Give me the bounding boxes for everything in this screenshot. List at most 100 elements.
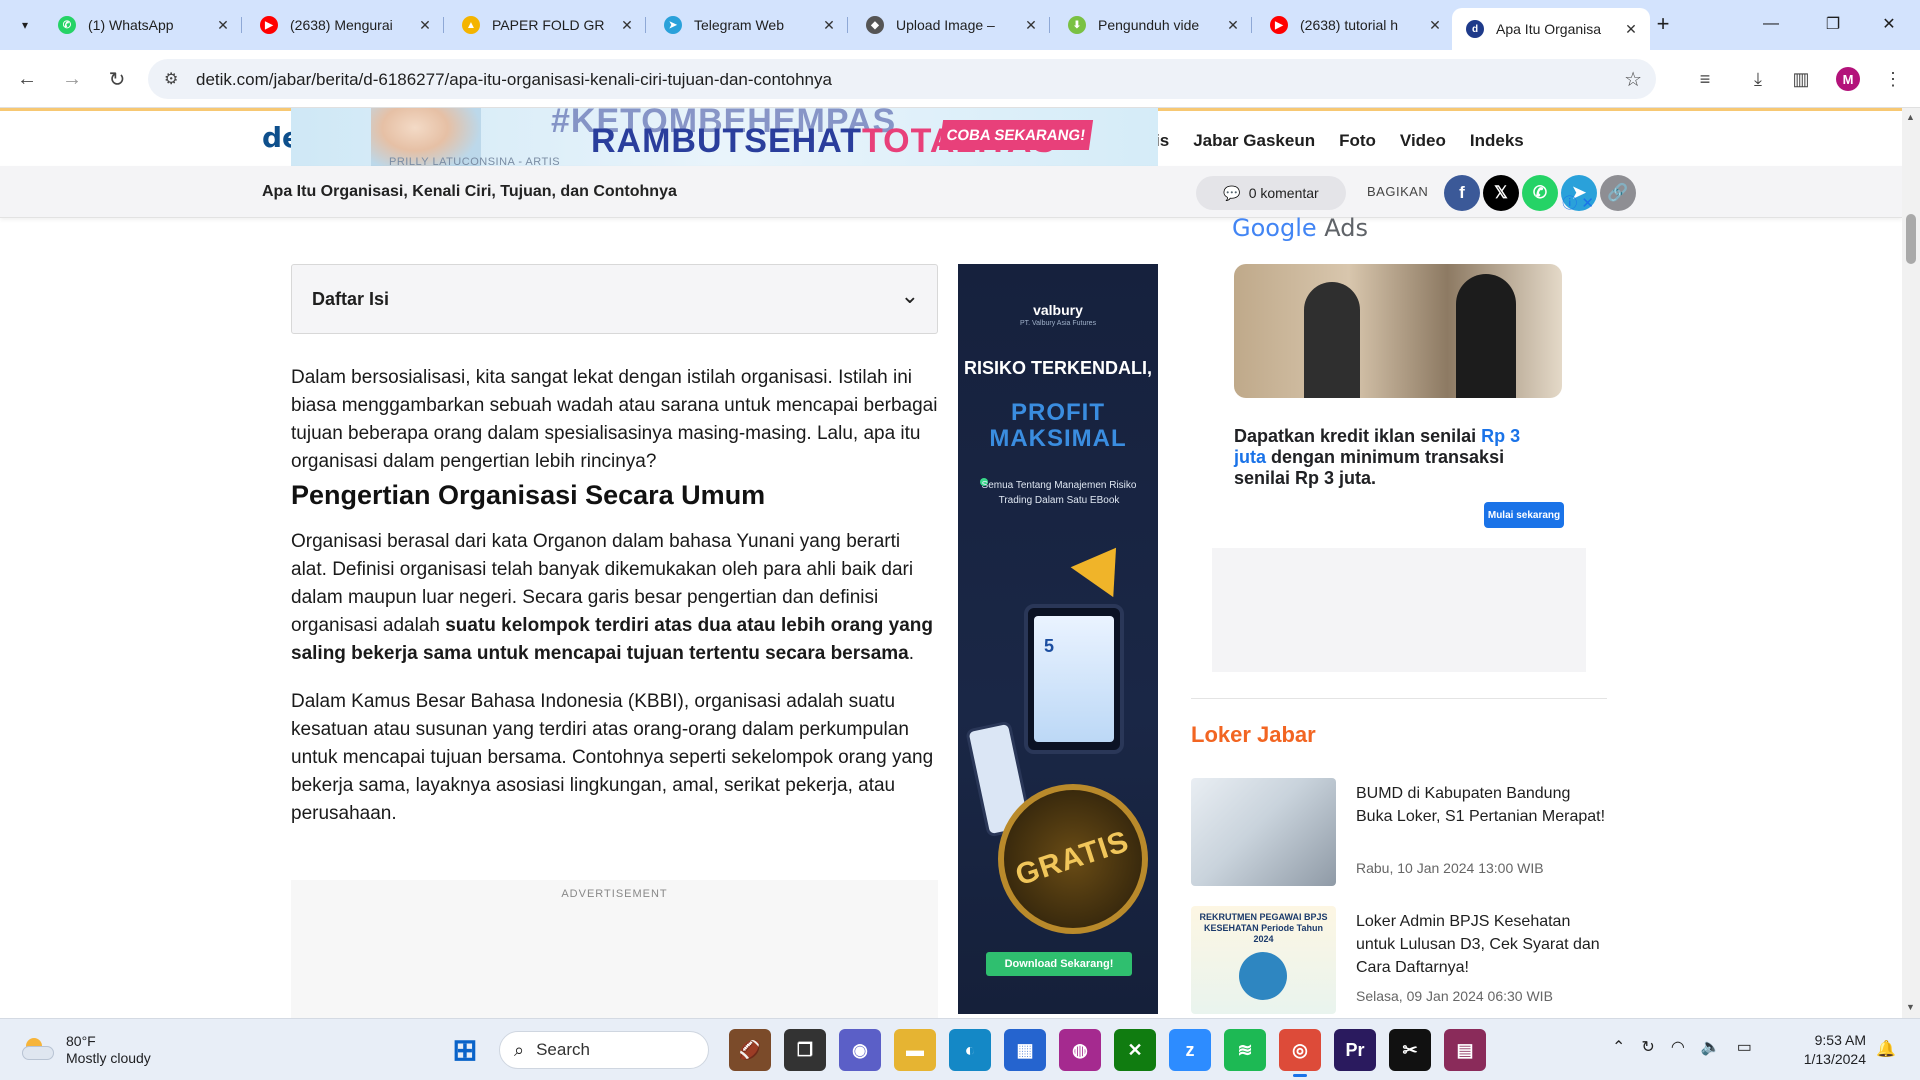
close-tab-icon[interactable]: ✕ xyxy=(618,17,636,34)
close-tab-icon[interactable]: ✕ xyxy=(1224,17,1242,34)
taskbar-search[interactable]: ⌕ Search xyxy=(499,1031,709,1069)
battery-icon[interactable]: ▭ xyxy=(1737,1037,1752,1057)
google-ad[interactable]: ⓘ ✕ Google Ads Dapatkan kredit iklan sen… xyxy=(1212,192,1594,562)
edge-icon[interactable]: ◐ xyxy=(949,1029,991,1071)
profile-avatar[interactable]: M xyxy=(1836,67,1860,91)
google-ads-logo: Google Ads xyxy=(1232,214,1368,242)
browser-tab[interactable]: ✆ (1) WhatsApp ✕ xyxy=(44,8,242,42)
ad-text: Dapatkan kredit iklan senilai Rp 3 juta … xyxy=(1234,426,1554,489)
wifi-icon[interactable]: ◠ xyxy=(1671,1037,1685,1057)
minimize-button[interactable]: — xyxy=(1748,8,1794,40)
site-nav-item[interactable]: Video xyxy=(1400,131,1446,151)
browser-tab[interactable]: ▲ PAPER FOLD GR ✕ xyxy=(448,8,646,42)
search-icon: ⌕ xyxy=(514,1039,525,1060)
address-bar[interactable]: ⚙ detik.com/jabar/berita/d-6186277/apa-i… xyxy=(148,59,1656,99)
chrome-icon[interactable]: ◎ xyxy=(1279,1029,1321,1077)
copy-link-share-icon[interactable]: 🔗 xyxy=(1600,175,1636,211)
zoom-icon[interactable]: z xyxy=(1169,1029,1211,1071)
widgets-icon[interactable]: 🏈 xyxy=(729,1029,771,1071)
close-window-button[interactable]: ✕ xyxy=(1866,8,1912,40)
file-explorer-icon[interactable]: ▬ xyxy=(894,1029,936,1071)
sync-icon[interactable]: ↻ xyxy=(1641,1037,1654,1057)
close-tab-icon[interactable]: ✕ xyxy=(820,17,838,34)
news-thumbnail[interactable] xyxy=(1191,778,1336,886)
tab-search-button[interactable]: ▾ xyxy=(12,12,38,38)
forward-icon[interactable]: → xyxy=(57,64,87,94)
close-tab-icon[interactable]: ✕ xyxy=(1426,17,1444,34)
reload-icon[interactable]: ↻ xyxy=(102,64,132,94)
teams-icon[interactable]: ◉ xyxy=(839,1029,881,1071)
menu-kebab-icon[interactable]: ⋮ xyxy=(1880,66,1906,92)
notification-bell-icon[interactable]: 🔔 xyxy=(1876,1039,1896,1059)
chevron-down-icon[interactable]: ⌄ xyxy=(901,283,919,309)
table-of-contents[interactable]: Daftar Isi ⌄ xyxy=(291,264,938,334)
whatsapp-icon: ✆ xyxy=(58,16,76,34)
ad-start-button[interactable]: Mulai sekarang xyxy=(1484,502,1564,528)
list-item[interactable]: REKRUTMEN PEGAWAI BPJS KESEHATAN Periode… xyxy=(1191,906,1611,1016)
browser-tab[interactable]: ▶ (2638) tutorial h ✕ xyxy=(1256,8,1454,42)
page-scrollbar[interactable]: ▲ ▼ xyxy=(1902,108,1920,1018)
chevron-up-icon[interactable]: ⌃ xyxy=(1612,1037,1625,1057)
news-title[interactable]: Loker Admin BPJS Kesehatan untuk Lulusan… xyxy=(1356,910,1606,979)
media-control-icon[interactable]: ≡ xyxy=(1692,66,1718,92)
ad-headline-2: PROFIT MAKSIMAL xyxy=(989,399,1127,452)
browser-tab[interactable]: d Apa Itu Organisa ✕ xyxy=(1452,8,1650,50)
banner-cta-button[interactable]: COBA SEKARANG! xyxy=(938,120,1094,150)
premiere-icon[interactable]: Pr xyxy=(1334,1029,1376,1071)
new-tab-button[interactable]: + xyxy=(1650,12,1676,38)
scrollbar-thumb[interactable] xyxy=(1906,214,1916,264)
browser-tab[interactable]: ▶ (2638) Mengurai ✕ xyxy=(246,8,444,42)
gratis-badge: GRATIS xyxy=(998,784,1148,934)
browser-tab[interactable]: ➤ Telegram Web ✕ xyxy=(650,8,848,42)
google-wordmark: Google xyxy=(1232,214,1317,242)
site-nav-item[interactable]: Foto xyxy=(1339,131,1376,151)
search-placeholder: Search xyxy=(536,1040,590,1059)
site-info-icon[interactable]: ⚙ xyxy=(164,69,178,89)
article-paragraph: Organisasi berasal dari kata Organon dal… xyxy=(291,528,938,668)
volume-icon[interactable]: 🔈 xyxy=(1701,1037,1721,1057)
site-nav-item[interactable]: Jabar Gaskeun xyxy=(1193,131,1315,151)
close-tab-icon[interactable]: ✕ xyxy=(214,17,232,34)
start-icon[interactable]: ⊞ xyxy=(444,1029,486,1071)
side-panel-icon[interactable]: ▥ xyxy=(1788,66,1814,92)
gratis-badge-text: GRATIS xyxy=(1012,824,1134,893)
task-view-icon[interactable]: ❐ xyxy=(784,1029,826,1071)
downloads-icon[interactable]: ⤓ xyxy=(1745,66,1771,92)
article-body: Dalam bersosialisasi, kita sangat lekat … xyxy=(291,364,938,848)
list-item[interactable]: BUMD di Kabupaten Bandung Buka Loker, S1… xyxy=(1191,778,1611,888)
capcut-icon[interactable]: ✂ xyxy=(1389,1029,1431,1071)
toc-label: Daftar Isi xyxy=(312,289,390,309)
tab-separator xyxy=(443,17,444,33)
browser-tab[interactable]: ◆ Upload Image – ✕ xyxy=(852,8,1050,42)
restore-button[interactable]: ❐ xyxy=(1810,8,1856,40)
close-tab-icon[interactable]: ✕ xyxy=(1622,21,1640,38)
scroll-down-icon[interactable]: ▼ xyxy=(1906,1002,1915,1012)
scroll-up-icon[interactable]: ▲ xyxy=(1906,112,1915,122)
bpjs-emblem xyxy=(1239,952,1287,1000)
weather-widget[interactable]: 80°F Mostly cloudy xyxy=(22,1033,151,1067)
store-icon[interactable]: ▦ xyxy=(1004,1029,1046,1071)
tab-title: (1) WhatsApp xyxy=(88,17,174,33)
photos-icon[interactable]: ◍ xyxy=(1059,1029,1101,1071)
back-icon[interactable]: ← xyxy=(12,64,42,94)
tab-title: Upload Image – xyxy=(896,17,995,33)
xbox-icon[interactable]: ✕ xyxy=(1114,1029,1156,1071)
clock[interactable]: 9:53 AM 1/13/2024 xyxy=(1790,1031,1866,1069)
url-text[interactable]: detik.com/jabar/berita/d-6186277/apa-itu… xyxy=(196,70,832,90)
ad-text-part: Dapatkan kredit iklan senilai xyxy=(1234,426,1482,446)
bookmark-star-icon[interactable]: ☆ xyxy=(1624,67,1642,92)
spotify-icon[interactable]: ≋ xyxy=(1224,1029,1266,1071)
winrar-icon[interactable]: ▤ xyxy=(1444,1029,1486,1071)
top-banner-ad[interactable]: PRILLY LATUCONSINA - ARTIS #KETOMBEHEMPA… xyxy=(291,108,1158,174)
download-button[interactable]: Download Sekarang! xyxy=(986,952,1132,976)
tab-separator xyxy=(847,17,848,33)
ad-choices-icon[interactable]: ⓘ ✕ xyxy=(1562,192,1594,213)
loker-jabar-heading[interactable]: Loker Jabar xyxy=(1191,722,1316,748)
close-tab-icon[interactable]: ✕ xyxy=(1022,17,1040,34)
vertical-banner-ad[interactable]: valbury PT. Valbury Asia Futures RISIKO … xyxy=(958,264,1158,1014)
news-title[interactable]: BUMD di Kabupaten Bandung Buka Loker, S1… xyxy=(1356,782,1606,828)
close-tab-icon[interactable]: ✕ xyxy=(416,17,434,34)
news-thumbnail[interactable]: REKRUTMEN PEGAWAI BPJS KESEHATAN Periode… xyxy=(1191,906,1336,1014)
browser-tab[interactable]: ⬇ Pengunduh vide ✕ xyxy=(1054,8,1252,42)
site-nav-item[interactable]: Indeks xyxy=(1470,131,1524,151)
